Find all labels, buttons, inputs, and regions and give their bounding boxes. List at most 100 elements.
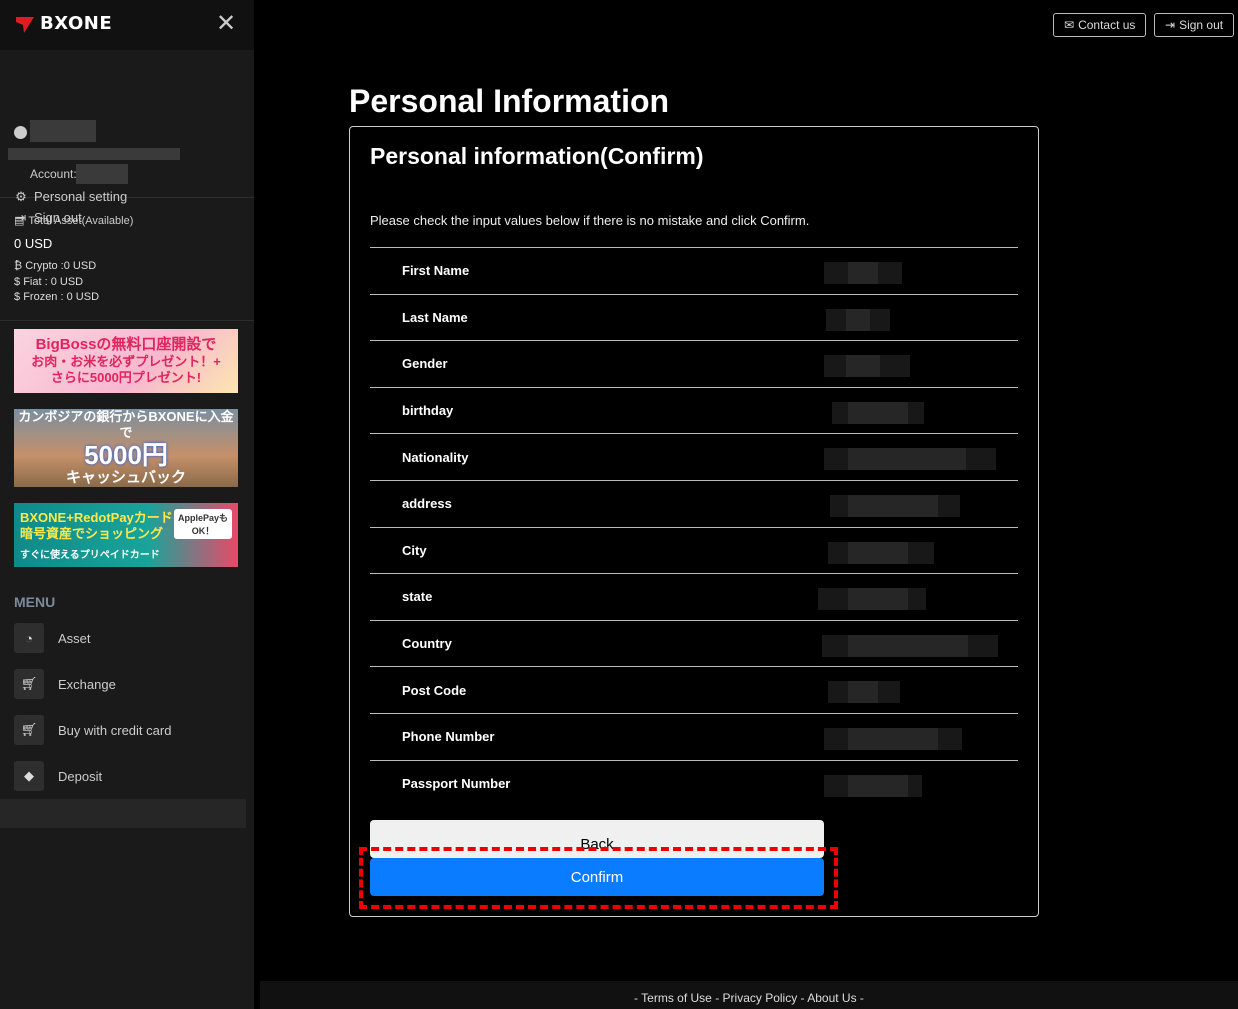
row-label: Last Name: [402, 309, 468, 325]
sign-out-icon: ⇥: [1165, 18, 1176, 32]
fiat-value: 0 USD: [50, 276, 84, 288]
row-label: City: [402, 542, 427, 558]
banner-text: BigBossの無料口座開設で: [35, 336, 217, 353]
redacted-value: [828, 681, 900, 704]
table-row: address: [370, 479, 1018, 527]
row-label: address: [402, 496, 452, 512]
banner-text: カンボジアの銀行からBXONEに入金で: [18, 409, 234, 440]
info-table: First Name Last Name Gender birthday Nat…: [370, 247, 1018, 806]
redacted-value: [824, 448, 996, 471]
redacted-email: [8, 148, 180, 160]
dollar-icon: $: [14, 276, 21, 288]
frozen-label: Frozen :: [23, 291, 64, 303]
row-label: Post Code: [402, 682, 467, 698]
table-row: Post Code: [370, 666, 1018, 713]
redacted-value: [824, 355, 910, 378]
table-row: City: [370, 526, 1018, 574]
footer-sep: -: [711, 991, 723, 1005]
row-label: Passport Number: [402, 775, 511, 791]
user-icon: [14, 126, 27, 139]
card-description: Please check the input values below if t…: [370, 213, 810, 228]
row-label: Nationality: [402, 449, 469, 465]
redacted-value: [818, 588, 926, 611]
cart-icon: 🛒︎: [14, 669, 44, 699]
menu-item-asset[interactable]: ◔ Asset: [14, 623, 91, 653]
banner-text: すぐに使えるプリペイドカード: [20, 549, 160, 561]
redacted-username: [30, 120, 96, 142]
confirm-card: Personal information(Confirm) Please che…: [349, 126, 1039, 917]
menu-item-label: Asset: [58, 630, 91, 646]
banner-text: 暗号資産でショッピング: [20, 525, 164, 541]
fiat-label: Fiat :: [23, 276, 48, 288]
bitcoin-icon: ₿: [14, 260, 23, 272]
wallet-icon: ▤: [14, 215, 25, 227]
row-label: Gender: [402, 356, 448, 372]
table-row: Nationality: [370, 433, 1018, 480]
menu-item-label: Buy with credit card: [58, 722, 172, 738]
menu-item-label: Deposit: [58, 768, 103, 784]
redacted-value: [826, 308, 890, 331]
asset-title: ▤ Total Asset(Available): [14, 214, 134, 228]
table-row: Passport Number: [370, 759, 1018, 807]
table-row: Country: [370, 619, 1018, 667]
table-row: state: [370, 573, 1018, 620]
card-title: Personal information(Confirm): [370, 143, 704, 169]
row-label: First Name: [402, 263, 470, 279]
page-title: Personal Information: [349, 83, 670, 119]
redacted-value: [822, 634, 998, 657]
asset-total: 0 USD: [14, 236, 53, 251]
crypto-label: Crypto :: [25, 260, 64, 272]
about-link[interactable]: About Us: [807, 991, 856, 1005]
frozen-line: $ Frozen : 0 USD: [14, 291, 99, 303]
cart-icon: 🛒︎: [14, 715, 44, 745]
promo-banner-redotpay[interactable]: BXONE+RedotPayカード 暗号資産でショッピング すぐに使えるプリペイ…: [14, 503, 238, 567]
redacted-value: [824, 774, 922, 797]
menu-item-buy-credit-card[interactable]: 🛒︎ Buy with credit card: [14, 715, 171, 745]
redacted-value: [832, 401, 924, 424]
promo-banner-bigboss[interactable]: BigBossの無料口座開設で お肉・お米を必ずプレゼント！+ さらに5000円…: [14, 329, 238, 393]
promo-banner-cambodia[interactable]: カンボジアの銀行からBXONEに入金で 5000円 キャッシュバック: [14, 409, 238, 487]
user-box: Account: ⚙ Personal setting ⇥ Sign out: [0, 50, 254, 225]
top-sign-out-button[interactable]: ⇥ Sign out: [1154, 13, 1235, 37]
privacy-link[interactable]: Privacy Policy: [723, 991, 798, 1005]
banner-text: お肉・お米を必ずプレゼント！+: [31, 354, 221, 369]
dashboard-icon: ◔: [14, 623, 44, 653]
frozen-value: 0 USD: [66, 291, 100, 303]
sign-out-label: Sign out: [1179, 18, 1224, 32]
table-row: Phone Number: [370, 712, 1018, 760]
asset-summary: ▤ Total Asset(Available) 0 USD ₿ Crypto …: [0, 199, 254, 321]
terms-link[interactable]: Terms of Use: [641, 991, 712, 1005]
redacted-value: [828, 541, 934, 564]
table-row: Last Name: [370, 293, 1018, 341]
row-label: birthday: [402, 403, 454, 419]
row-label: Country: [402, 636, 452, 652]
banner-text: キャッシュバック: [65, 469, 186, 486]
redacted-value: [824, 727, 962, 750]
row-label: state: [402, 589, 433, 605]
menu-item-deposit[interactable]: ◆ Deposit: [14, 761, 102, 791]
back-button[interactable]: Back: [370, 820, 824, 858]
brand-logo[interactable]: BXONE: [14, 13, 112, 34]
footer: - Terms of Use - Privacy Policy - About …: [260, 981, 1238, 1009]
menu-item-label: Exchange: [58, 676, 116, 692]
banner-text: さらに5000円プレゼント!: [50, 370, 202, 385]
menu-item-exchange[interactable]: 🛒︎ Exchange: [14, 669, 116, 699]
redacted-value: [830, 494, 960, 517]
sidebar: BXONE ✕ Account: ⚙ Personal setting ⇥ Si…: [0, 0, 254, 1009]
contact-us-button[interactable]: ✉ Contact us: [1053, 13, 1147, 37]
table-row: First Name: [370, 247, 1018, 294]
confirm-button[interactable]: Confirm: [370, 858, 824, 896]
table-row: birthday: [370, 386, 1018, 434]
table-row: Gender: [370, 340, 1018, 387]
account-label: Account:: [30, 167, 77, 181]
row-label: Phone Number: [402, 729, 495, 745]
close-sidebar-icon[interactable]: ✕: [216, 12, 236, 36]
asset-title-text: Total Asset(Available): [28, 214, 134, 227]
redacted-account-id: [76, 164, 128, 184]
diamond-icon: ◆: [14, 761, 44, 791]
envelope-icon: ✉: [1064, 18, 1075, 32]
sidebar-header: BXONE ✕: [0, 0, 254, 50]
menu-title: MENU: [14, 594, 56, 610]
footer-sep: -: [797, 991, 808, 1005]
applepay-badge: ApplePayも OK！: [174, 509, 232, 539]
